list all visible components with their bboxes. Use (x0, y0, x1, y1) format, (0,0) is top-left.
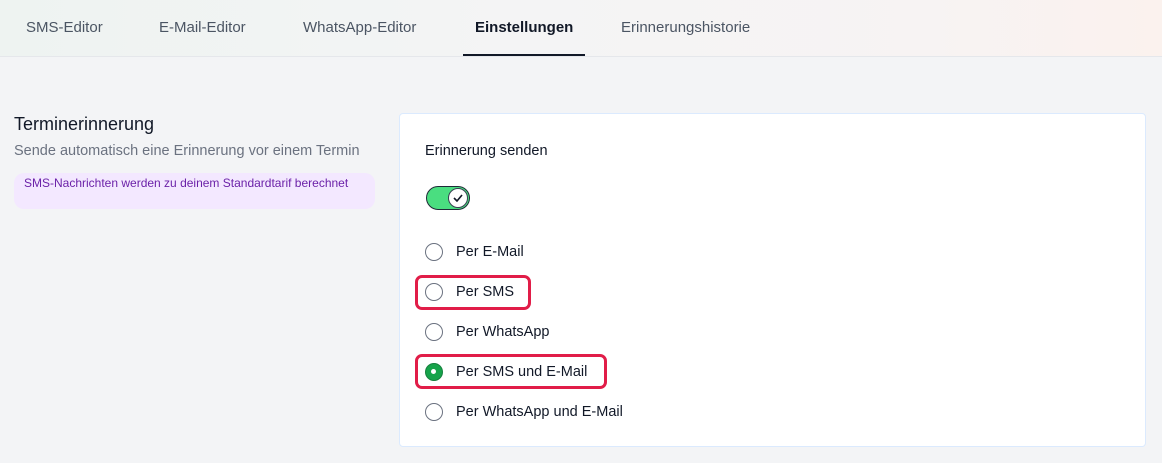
option-sms-and-email-label: Per SMS und E-Mail (456, 364, 588, 380)
tab-email-editor[interactable]: E-Mail-Editor (159, 0, 246, 56)
radio-sms[interactable] (425, 283, 443, 301)
check-icon (453, 194, 463, 202)
reminder-settings-card: Erinnerung senden Per E-Mail Per SMS Per… (399, 113, 1146, 447)
option-email-label: Per E-Mail (456, 244, 524, 260)
section-title: Terminerinnerung (14, 114, 155, 134)
toggle-knob (448, 188, 468, 208)
tab-settings[interactable]: Einstellungen (462, 0, 586, 56)
send-reminder-toggle[interactable] (426, 186, 470, 210)
radio-whatsapp-and-email[interactable] (425, 403, 443, 421)
tab-reminder-history[interactable]: Erinnerungshistorie (621, 0, 750, 56)
section-subtitle: Sende automatisch eine Erinnerung vor ei… (14, 143, 360, 159)
send-reminder-label: Erinnerung senden (425, 143, 548, 159)
sms-cost-notice: SMS-Nachrichten werden zu deinem Standar… (14, 173, 375, 209)
option-email[interactable]: Per E-Mail (425, 240, 524, 264)
option-sms[interactable]: Per SMS (425, 280, 514, 304)
option-whatsapp-and-email-label: Per WhatsApp und E-Mail (456, 404, 623, 420)
radio-email[interactable] (425, 243, 443, 261)
tab-whatsapp-editor[interactable]: WhatsApp-Editor (303, 0, 416, 56)
option-whatsapp[interactable]: Per WhatsApp (425, 320, 550, 344)
option-whatsapp-and-email[interactable]: Per WhatsApp und E-Mail (425, 400, 623, 424)
option-sms-and-email[interactable]: Per SMS und E-Mail (425, 360, 587, 384)
tab-bar: SMS-Editor E-Mail-Editor WhatsApp-Editor… (0, 0, 1162, 57)
option-whatsapp-label: Per WhatsApp (456, 324, 550, 340)
radio-sms-and-email[interactable] (425, 363, 443, 381)
tab-sms-editor[interactable]: SMS-Editor (26, 0, 103, 56)
radio-whatsapp[interactable] (425, 323, 443, 341)
option-sms-label: Per SMS (456, 284, 515, 300)
